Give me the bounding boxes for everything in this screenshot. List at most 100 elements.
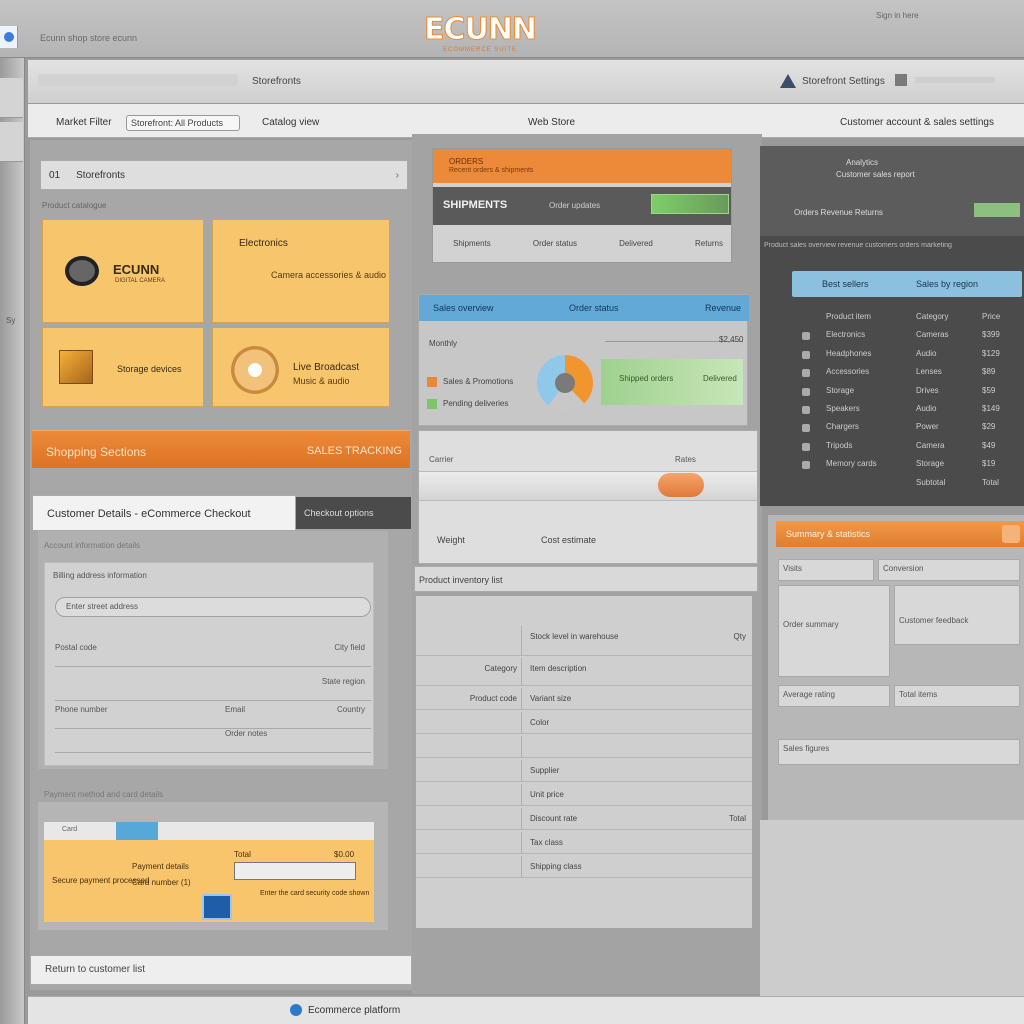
pay-button[interactable] bbox=[202, 894, 232, 920]
catalog-view-link[interactable]: Catalog view bbox=[262, 117, 319, 128]
orders-subtitle: Recent orders & shipments bbox=[449, 167, 534, 174]
status-bar-content[interactable]: Ecommerce platform bbox=[290, 1004, 400, 1016]
analytics-row[interactable]: Chargers Power $29 bbox=[760, 420, 1024, 438]
analytics-row[interactable]: Storage Drives $59 bbox=[760, 384, 1024, 402]
rail-label[interactable]: Sy bbox=[6, 316, 15, 325]
app-icon[interactable] bbox=[0, 26, 18, 48]
table-row[interactable]: Discount rate Total bbox=[416, 808, 752, 830]
table-cell-text: Item description bbox=[530, 664, 587, 673]
sign-in-link[interactable]: Sign in here bbox=[876, 11, 919, 20]
rail-tab[interactable] bbox=[0, 78, 23, 118]
table-row[interactable]: Shipping class bbox=[416, 856, 752, 878]
card-tab-label[interactable]: Card bbox=[62, 826, 77, 833]
summary-cell[interactable]: Order summary bbox=[778, 585, 890, 677]
analytics-row[interactable]: Speakers Audio $149 bbox=[760, 402, 1024, 420]
payment-tab-active[interactable] bbox=[116, 822, 158, 840]
table-row[interactable]: Product code Variant size bbox=[416, 688, 752, 710]
account-settings-link[interactable]: Customer account & sales settings bbox=[840, 117, 994, 128]
expand-icon[interactable] bbox=[1002, 525, 1020, 543]
meta-item[interactable]: Shipments bbox=[453, 239, 491, 248]
form-row[interactable]: Phone number Email Country bbox=[55, 705, 371, 729]
header-label[interactable]: Revenue bbox=[705, 303, 741, 313]
summary-cell[interactable]: Customer feedback bbox=[894, 585, 1020, 645]
breadcrumb[interactable] bbox=[38, 74, 238, 86]
card-number-label: Card number (1) bbox=[132, 878, 191, 887]
analytics-cell: Chargers bbox=[826, 422, 859, 432]
storefronts-section-header[interactable]: 01 Storefronts › bbox=[40, 160, 408, 190]
shipments-title: SHIPMENTS bbox=[443, 199, 508, 211]
analytics-row[interactable]: Tripods Camera $49 bbox=[760, 439, 1024, 457]
sales-overview-header: Sales overview Order status Revenue bbox=[419, 295, 749, 321]
header-label[interactable]: Order status bbox=[569, 303, 619, 313]
weight-slider-handle[interactable] bbox=[658, 473, 704, 497]
web-store-tab[interactable]: Web Store bbox=[528, 117, 575, 128]
logo-tagline: ECOMMERCE SUITE bbox=[442, 47, 517, 53]
shipped-label: Shipped orders bbox=[619, 374, 674, 383]
meta-item[interactable]: Order status bbox=[533, 239, 577, 248]
orders-header[interactable]: ORDERS Recent orders & shipments bbox=[433, 149, 731, 183]
storefront-settings-link[interactable]: Storefront Settings bbox=[780, 74, 885, 88]
table-row[interactable]: Supplier bbox=[416, 760, 752, 782]
product-card-storage[interactable]: Storage devices bbox=[42, 327, 204, 407]
table-row[interactable]: Stock level in warehouse Qty bbox=[416, 626, 752, 656]
card-number-input[interactable] bbox=[234, 862, 356, 880]
product-card-camera[interactable]: ECUNN DIGITAL CAMERA bbox=[42, 219, 204, 323]
analytics-row[interactable]: Memory cards Storage $19 bbox=[760, 457, 1024, 475]
return-link[interactable]: Return to customer list bbox=[30, 955, 412, 985]
shopping-sections-bar[interactable]: Shopping Sections SALES TRACKING bbox=[32, 430, 410, 468]
payment-tabs: Card bbox=[44, 822, 374, 840]
street-address-input[interactable]: Enter street address bbox=[55, 597, 371, 617]
analytics-row[interactable]: Headphones Audio $129 bbox=[760, 347, 1024, 365]
summary-cell[interactable]: Total items bbox=[894, 685, 1020, 707]
order-status-donut[interactable] bbox=[537, 355, 593, 411]
address-text[interactable]: Ecunn shop store ecunn bbox=[40, 33, 290, 43]
account-info-caption: Account information details bbox=[44, 541, 141, 550]
inventory-table: Stock level in warehouse Qty Category Item … bbox=[416, 596, 752, 928]
analytics-row[interactable]: Electronics Cameras $399 bbox=[760, 328, 1024, 346]
product-card-electronics[interactable]: Electronics Camera accessories & audio bbox=[212, 219, 390, 323]
form-row[interactable]: Order notes bbox=[55, 729, 371, 753]
empty-panel bbox=[760, 820, 1024, 1000]
shipments-action-button[interactable] bbox=[651, 194, 729, 214]
menu-icon[interactable] bbox=[895, 74, 907, 86]
cost-estimate-label: Cost estimate bbox=[541, 535, 597, 545]
table-cell-value: Qty bbox=[733, 632, 746, 641]
table-row[interactable] bbox=[416, 736, 752, 758]
toolbar-search[interactable] bbox=[915, 77, 995, 83]
analytics-action-button[interactable] bbox=[974, 203, 1020, 217]
summary-cell[interactable]: Average rating bbox=[778, 685, 890, 707]
summary-cell[interactable]: Conversion bbox=[878, 559, 1020, 581]
table-row[interactable]: Unit price bbox=[416, 784, 752, 806]
checkout-tab[interactable]: Customer Details - eCommerce Checkout bbox=[32, 495, 296, 531]
brand-logo[interactable]: ECUNN ECOMMERCE SUITE bbox=[400, 12, 560, 54]
best-sellers-label[interactable]: Best sellers bbox=[822, 279, 869, 289]
checkout-options-tab[interactable]: Checkout options bbox=[296, 497, 411, 529]
storefront-filter-select[interactable]: Storefront: All Products bbox=[126, 115, 240, 131]
table-row[interactable]: Tax class bbox=[416, 832, 752, 854]
table-cell bbox=[416, 856, 522, 877]
rail-tab[interactable] bbox=[0, 122, 23, 162]
table-cell-value: Total bbox=[729, 814, 746, 823]
payment-total-label: Total bbox=[234, 850, 251, 859]
analytics-tabs[interactable]: Product sales overview revenue customers… bbox=[760, 242, 1024, 249]
analytics-cell: $399 bbox=[982, 330, 1000, 340]
form-row[interactable]: Postal code City field bbox=[55, 643, 371, 667]
analytics-row[interactable]: Accessories Lenses $89 bbox=[760, 365, 1024, 383]
chevron-right-icon[interactable]: › bbox=[396, 170, 399, 181]
sales-tracking-label[interactable]: SALES TRACKING bbox=[307, 445, 402, 457]
meta-item[interactable]: Returns bbox=[695, 239, 723, 248]
table-row[interactable]: Color bbox=[416, 712, 752, 734]
header-label[interactable]: Sales overview bbox=[433, 303, 494, 313]
weight-slider-track[interactable] bbox=[419, 471, 757, 501]
summary-cell[interactable]: Visits bbox=[778, 559, 874, 581]
meta-item[interactable]: Delivered bbox=[619, 239, 653, 248]
table-row[interactable]: Category Item description bbox=[416, 658, 752, 686]
product-card-broadcast[interactable]: Live Broadcast Music & audio bbox=[212, 327, 390, 407]
analytics-row[interactable]: Subtotal Total bbox=[760, 476, 1024, 494]
summary-cell[interactable]: Sales figures bbox=[778, 739, 1020, 765]
form-row[interactable]: State region bbox=[55, 677, 371, 701]
sales-region-label[interactable]: Sales by region bbox=[916, 279, 978, 289]
analytics-row[interactable]: Product item Category Price bbox=[760, 310, 1024, 328]
shipped-summary[interactable]: Shipped orders Delivered bbox=[601, 359, 743, 405]
analytics-metrics: Orders Revenue Returns bbox=[794, 208, 883, 217]
